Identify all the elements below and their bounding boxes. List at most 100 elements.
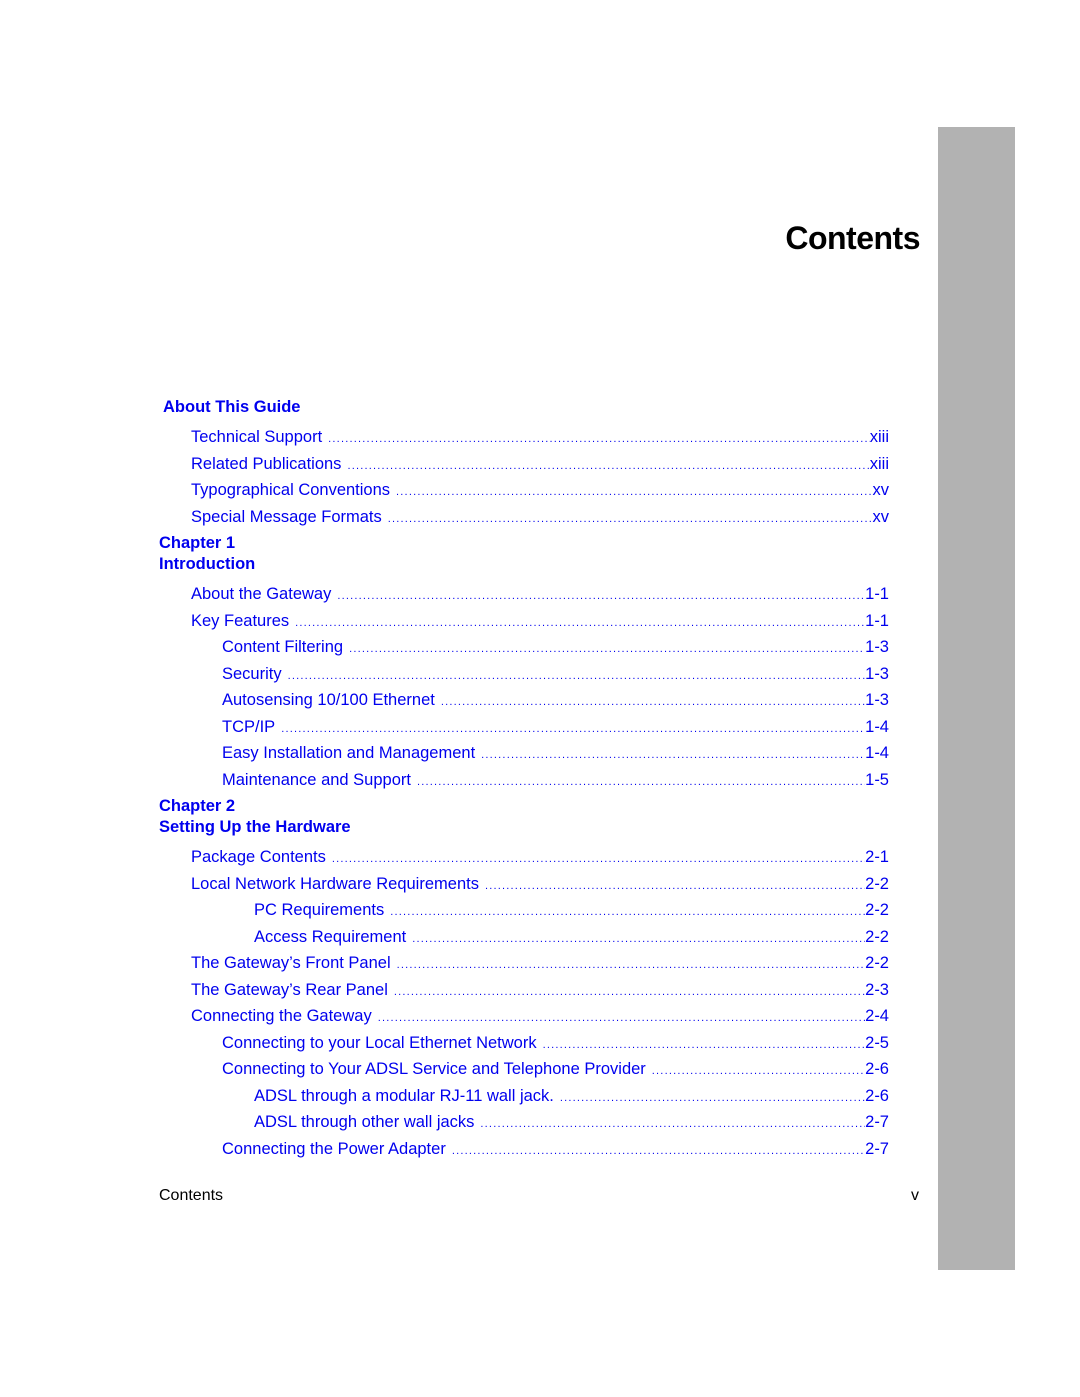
toc-entry-label: Typographical Conventions [191,481,391,499]
toc-entry[interactable]: Local Network Hardware Requirements.....… [191,875,889,895]
toc-entry-label: Maintenance and Support [222,770,411,789]
toc-entry-label: Access Requirement [254,927,407,946]
toc-entry-label: ADSL through a modular RJ-11 wall jack. [254,1086,554,1105]
toc-entry-label: Local Network Hardware Requirements [191,874,479,893]
toc-entry[interactable]: PC Requirements.........................… [254,901,889,921]
toc-entry-label: ADSL through other wall jacks [254,1113,475,1131]
toc-entry[interactable]: Key Features............................… [191,612,889,632]
toc-entry[interactable]: TCP/IP..................................… [222,718,889,738]
dot-leader: ........................................… [480,1118,866,1130]
toc-entry[interactable]: Maintenance and Support.................… [222,771,889,791]
toc-entry-page-number: 2-2 [865,874,889,893]
toc-entry-label: Special Message Formats [191,507,382,526]
dot-leader: ........................................… [337,590,866,602]
toc-entry-page-number: xiii [869,454,889,473]
toc-entry[interactable]: Autosensing 10/100 Ethernet.............… [222,691,889,711]
toc-entry-label: The Gateway’s Front Panel [191,954,391,972]
toc-entry-page-number: 1-4 [865,717,889,736]
dot-leader: ........................................… [559,1091,865,1104]
toc-entry-page-number: 2-2 [865,927,889,946]
dot-leader: ........................................… [295,616,866,629]
toc-entry[interactable]: Easy Installation and Management........… [222,744,889,764]
toc-entry[interactable]: Connecting the Gateway..................… [191,1007,889,1027]
toc-entry-label: TCP/IP [222,717,276,736]
toc-entry-page-number: 1-5 [865,770,889,789]
dot-leader: ........................................… [416,775,865,788]
toc-entry[interactable]: Related Publications....................… [191,455,889,475]
toc-entry[interactable]: The Gateway’s Rear Panel................… [191,981,889,1001]
toc-entry[interactable]: Special Message Formats.................… [191,508,889,528]
toc-entry[interactable]: Content Filtering.......................… [222,638,889,658]
toc-entry[interactable]: Technical Support.......................… [191,428,889,448]
toc-entry-label: The Gateway’s Rear Panel [191,980,388,999]
page-title: Contents [785,220,920,256]
toc-entry[interactable]: ADSL through other wall jacks...........… [254,1113,889,1133]
toc-entry-page-number: 1-3 [865,638,889,656]
dot-leader: ........................................… [331,853,865,865]
toc-entry-page-number: 1-3 [865,664,889,683]
dot-leader: ........................................… [377,1012,865,1024]
toc-entry-page-number: 1-1 [865,585,889,603]
dot-leader: ........................................… [440,696,866,708]
toc-entry[interactable]: Access Requirement......................… [254,928,889,948]
section-heading[interactable]: About This Guide [163,398,301,417]
toc-entry-page-number: 1-3 [865,691,889,709]
toc-entry-page-number: 1-1 [865,611,889,630]
toc-entry[interactable]: Package Contents........................… [191,848,889,868]
toc-entry[interactable]: About the Gateway.......................… [191,585,889,605]
toc-entry-page-number: 2-7 [865,1113,889,1131]
toc-entry-page-number: 1-4 [865,744,889,762]
dot-leader: ........................................… [412,932,865,945]
toc-entry-label: Key Features [191,611,290,630]
footer-page-number: v [911,1187,919,1204]
toc-entry-label: Content Filtering [222,638,344,656]
toc-entry-page-number: 2-6 [865,1086,889,1105]
dot-leader: ........................................… [542,1038,866,1051]
toc-entry-label: PC Requirements [254,901,385,919]
section-heading[interactable]: Chapter 2 [159,797,235,816]
footer-section-label: Contents [159,1187,224,1204]
dot-leader: ........................................… [349,643,865,655]
dot-leader: ........................................… [287,669,866,682]
toc-entry[interactable]: Connecting the Power Adapter............… [222,1140,889,1160]
toc-entry-label: Security [222,664,282,683]
toc-entry[interactable]: ADSL through a modular RJ-11 wall jack..… [254,1087,889,1107]
dot-leader: ........................................… [484,879,865,892]
toc-entry-label: About the Gateway [191,585,332,603]
toc-entry-label: Package Contents [191,848,326,866]
dot-leader: ........................................… [396,486,873,498]
toc-entry-page-number: xiii [869,428,889,446]
toc-entry-label: Autosensing 10/100 Ethernet [222,691,435,709]
dot-leader: ........................................… [387,512,873,525]
dot-leader: ........................................… [347,459,870,472]
toc-entry-label: Related Publications [191,454,342,473]
toc-entry-label: Connecting the Gateway [191,1007,372,1025]
toc-entry-label: Connecting to your Local Ethernet Networ… [222,1033,537,1052]
dot-leader: ........................................… [481,749,866,761]
toc-entry[interactable]: Typographical Conventions...............… [191,481,889,501]
toc-entry-page-number: 2-2 [865,901,889,919]
toc-entry[interactable]: Security................................… [222,665,889,685]
toc-entry-page-number: 2-6 [865,1060,889,1078]
toc-entry-page-number: 2-3 [865,980,889,999]
side-tab-bar [938,127,1015,1270]
dot-leader: ........................................… [390,906,866,918]
dot-leader: ........................................… [281,722,865,735]
toc-entry-page-number: 2-5 [865,1033,889,1052]
toc-entry-label: Technical Support [191,428,323,446]
dot-leader: ........................................… [328,433,870,445]
toc-entry-page-number: xv [872,481,890,499]
toc-entry-label: Connecting the Power Adapter [222,1139,446,1158]
toc-entry[interactable]: Connecting to Your ADSL Service and Tele… [222,1060,889,1080]
toc-entry[interactable]: The Gateway’s Front Panel...............… [191,954,889,974]
toc-entry-label: Easy Installation and Management [222,744,476,762]
dot-leader: ........................................… [651,1065,865,1077]
section-subheading[interactable]: Introduction [159,555,255,574]
toc-entry-page-number: 2-2 [865,954,889,972]
toc-entry-page-number: 2-7 [865,1139,889,1158]
toc-entry-label: Connecting to Your ADSL Service and Tele… [222,1060,646,1078]
section-heading[interactable]: Chapter 1 [159,534,235,553]
toc-entry-page-number: 2-4 [865,1007,889,1025]
section-subheading[interactable]: Setting Up the Hardware [159,818,351,837]
toc-entry[interactable]: Connecting to your Local Ethernet Networ… [222,1034,889,1054]
